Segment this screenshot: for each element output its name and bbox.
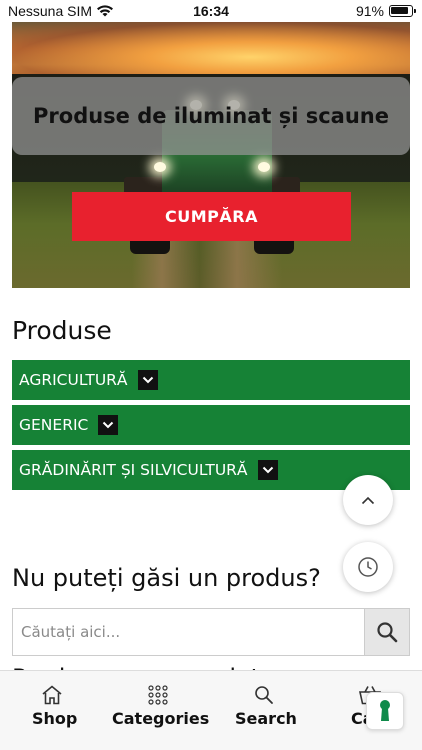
nav-categories[interactable]: Categories bbox=[112, 685, 210, 728]
category-item-generic[interactable]: GENERIC bbox=[12, 405, 410, 445]
hero-banner: Produse de iluminat și scaune CUMPĂRA bbox=[12, 22, 410, 288]
keyhole-icon bbox=[380, 700, 390, 721]
chevron-down-icon[interactable] bbox=[98, 415, 119, 435]
nav-search[interactable]: Search bbox=[235, 685, 297, 728]
category-list: AGRICULTURĂ GENERIC GRĂDINĂRIT ȘI SILVIC… bbox=[12, 360, 410, 495]
battery-icon bbox=[389, 5, 416, 17]
chevron-down-icon[interactable] bbox=[257, 460, 278, 480]
tractor-headlight bbox=[154, 162, 166, 172]
search-icon bbox=[255, 686, 273, 704]
search-button[interactable] bbox=[364, 608, 410, 656]
nav-label: Shop bbox=[32, 709, 78, 728]
hero-title: Produse de iluminat și scaune bbox=[33, 104, 389, 128]
accessibility-help-button[interactable] bbox=[366, 692, 404, 730]
search-icon bbox=[377, 622, 398, 643]
nav-shop[interactable]: Shop bbox=[32, 685, 78, 728]
grid-icon bbox=[148, 685, 168, 705]
hero-title-panel: Produse de iluminat și scaune bbox=[12, 77, 410, 155]
buy-button[interactable]: CUMPĂRA bbox=[72, 192, 351, 241]
category-label: GENERIC bbox=[19, 416, 89, 434]
chevron-up-icon bbox=[361, 496, 375, 504]
nav-label: Search bbox=[235, 709, 297, 728]
recently-viewed-button[interactable] bbox=[343, 542, 393, 592]
products-heading: Produse bbox=[12, 316, 112, 345]
clock-icon bbox=[358, 557, 378, 577]
tractor-headlight bbox=[258, 162, 270, 172]
search-input[interactable] bbox=[12, 608, 364, 656]
search-heading: Nu puteți găsi un produs? bbox=[12, 564, 321, 592]
category-label: AGRICULTURĂ bbox=[19, 371, 128, 389]
status-bar: Nessuna SIM 16:34 91% bbox=[0, 0, 422, 22]
battery-percent: 91% bbox=[355, 3, 384, 19]
scroll-to-top-button[interactable] bbox=[343, 475, 393, 525]
buy-button-label: CUMPĂRA bbox=[165, 207, 258, 226]
category-label: GRĂDINĂRIT ȘI SILVICULTURĂ bbox=[19, 461, 248, 479]
chevron-down-icon[interactable] bbox=[137, 370, 158, 390]
nav-label: Categories bbox=[112, 709, 210, 728]
bottom-nav: Shop Categories Search Cart bbox=[0, 670, 422, 750]
home-icon bbox=[42, 685, 62, 705]
category-item-agriculture[interactable]: AGRICULTURĂ bbox=[12, 360, 410, 400]
